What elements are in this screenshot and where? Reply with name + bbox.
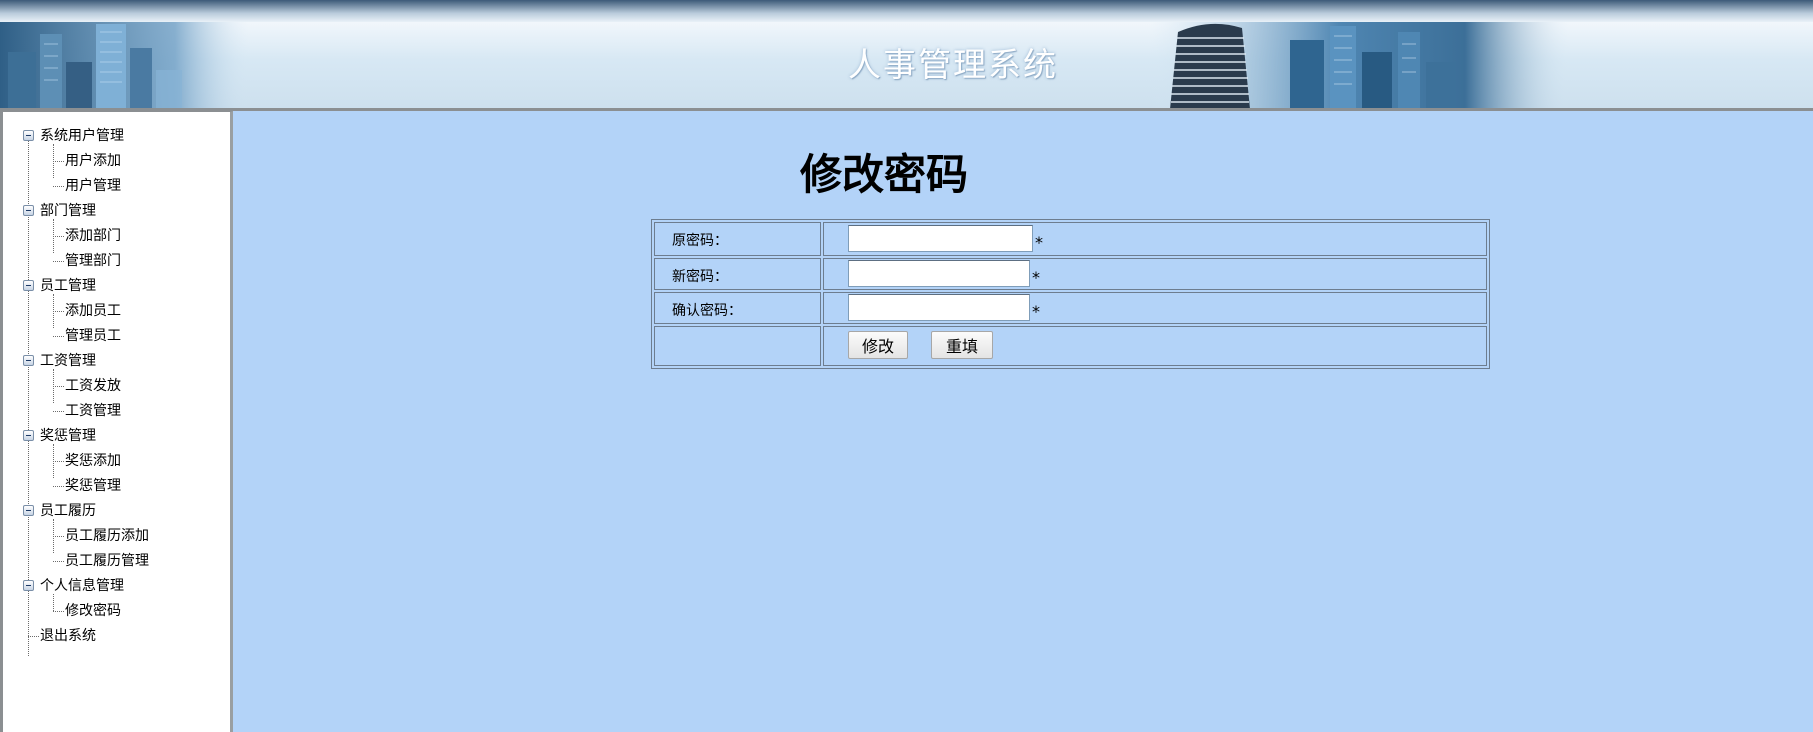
required-mark: *: [1035, 233, 1043, 252]
tree-branch-line: [53, 561, 64, 562]
sidebar-nav-tree: 系统用户管理 用户添加 用户管理 部门管理 添加部门 管理部门 员工管理 添加员…: [0, 111, 233, 732]
tree-branch-line: [53, 594, 54, 611]
sidebar-item-pay-salary[interactable]: 工资发放: [65, 376, 121, 396]
sidebar-group-personal-info[interactable]: 个人信息管理: [40, 576, 124, 596]
tree-branch-line: [53, 311, 64, 312]
old-password-input[interactable]: [848, 225, 1033, 252]
sidebar-item-manage-employees[interactable]: 管理员工: [65, 326, 121, 346]
collapse-icon[interactable]: [23, 130, 34, 141]
sidebar-item-manage-users[interactable]: 用户管理: [65, 176, 121, 196]
reset-button[interactable]: 重填: [931, 331, 993, 359]
sidebar-item-add-user[interactable]: 用户添加: [65, 151, 121, 171]
app-title: 人事管理系统: [848, 45, 1058, 84]
tree-branch-line: [53, 611, 64, 612]
sidebar-item-change-password[interactable]: 修改密码: [65, 601, 121, 621]
required-mark: *: [1032, 302, 1040, 321]
change-password-form: 原密码： 新密码： 确认密码： * * * 修改 重填: [651, 219, 1490, 369]
sidebar-group-employees[interactable]: 员工管理: [40, 276, 96, 296]
collapse-icon[interactable]: [23, 205, 34, 216]
sidebar-item-add-employee[interactable]: 添加员工: [65, 301, 121, 321]
collapse-icon[interactable]: [23, 505, 34, 516]
required-mark: *: [1032, 268, 1040, 287]
old-password-label: 原密码：: [672, 233, 728, 249]
sidebar-group-rewards[interactable]: 奖惩管理: [40, 426, 96, 446]
submit-button[interactable]: 修改: [848, 331, 908, 359]
sidebar-group-departments[interactable]: 部门管理: [40, 201, 96, 221]
sidebar-item-add-reward[interactable]: 奖惩添加: [65, 451, 121, 471]
tree-branch-line: [53, 161, 64, 162]
sidebar-item-add-resume[interactable]: 员工履历添加: [65, 526, 149, 546]
sidebar-item-manage-rewards[interactable]: 奖惩管理: [65, 476, 121, 496]
tree-branch-line: [53, 536, 64, 537]
city-skyline-right-image: [1150, 22, 1570, 108]
tree-branch-line: [53, 186, 64, 187]
tree-branch-line: [53, 386, 64, 387]
tree-branch-line: [53, 336, 64, 337]
sidebar-group-salary[interactable]: 工资管理: [40, 351, 96, 371]
confirm-password-input[interactable]: [848, 294, 1030, 321]
sidebar-item-manage-departments[interactable]: 管理部门: [65, 251, 121, 271]
tree-branch-line: [53, 461, 64, 462]
new-password-label: 新密码：: [672, 269, 728, 285]
tree-branch-line: [53, 486, 64, 487]
page-title: 修改密码: [799, 150, 968, 199]
sidebar-item-manage-resume[interactable]: 员工履历管理: [65, 551, 149, 571]
main-content: 修改密码 原密码： 新密码： 确认密码： * * * 修改 重填: [233, 111, 1813, 732]
tree-branch-line: [53, 236, 64, 237]
sidebar-group-resume[interactable]: 员工履历: [40, 501, 96, 521]
confirm-password-label: 确认密码：: [672, 303, 742, 319]
city-skyline-left-image: [0, 22, 250, 108]
new-password-input[interactable]: [848, 260, 1030, 287]
form-label-cell: [654, 326, 821, 366]
collapse-icon[interactable]: [23, 355, 34, 366]
tree-branch-line: [53, 261, 64, 262]
sidebar-item-add-department[interactable]: 添加部门: [65, 226, 121, 246]
tree-branch-line: [28, 636, 39, 637]
collapse-icon[interactable]: [23, 430, 34, 441]
sidebar-group-system-users[interactable]: 系统用户管理: [40, 126, 124, 146]
form-button-cell: [823, 326, 1487, 366]
collapse-icon[interactable]: [23, 580, 34, 591]
header-top-band: [0, 0, 1813, 22]
sidebar-item-logout[interactable]: 退出系统: [40, 626, 96, 646]
collapse-icon[interactable]: [23, 280, 34, 291]
sidebar-item-manage-salary[interactable]: 工资管理: [65, 401, 121, 421]
tree-branch-line: [53, 411, 64, 412]
app-header: 人事管理系统: [0, 0, 1813, 111]
